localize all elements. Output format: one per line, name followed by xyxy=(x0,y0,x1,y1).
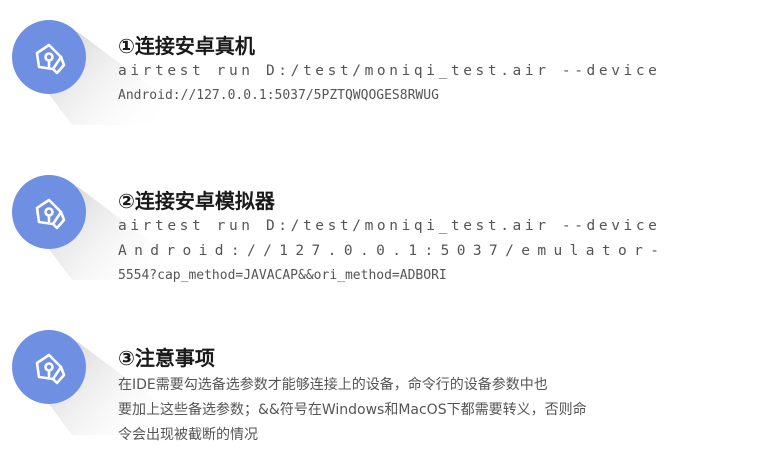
pen-nib-icon xyxy=(35,43,66,75)
badge-circle xyxy=(12,175,86,249)
badge-circle xyxy=(12,330,86,404)
pen-nib-icon xyxy=(35,198,66,230)
command-line: 5554?cap_method=JAVACAP&&ori_method=ADBO… xyxy=(118,268,447,283)
note-line: 要加上这些备选参数；&&符号在Windows和MacOS下都需要转义，否则命 xyxy=(118,402,587,418)
section-title: ③注意事项 xyxy=(118,346,215,370)
section-title: ②连接安卓模拟器 xyxy=(118,189,275,213)
command-line: airtest run D:/test/moniqi_test.air --de… xyxy=(118,63,661,79)
note-line: 在IDE需要勾选备选参数才能够连接上的设备，命令行的设备参数中也 xyxy=(118,377,548,393)
note-line: 令会出现被截断的情况 xyxy=(118,427,258,443)
command-line: airtest run D:/test/moniqi_test.air --de… xyxy=(118,218,661,234)
badge-circle xyxy=(12,20,86,94)
section-title: ①连接安卓真机 xyxy=(118,34,255,58)
command-line: Android://127.0.0.1:5037/5PZTQWQOGES8RWU… xyxy=(118,88,439,103)
command-line: Android://127.0.0.1:5037/emulator- xyxy=(118,243,667,259)
pen-nib-icon xyxy=(35,353,66,385)
